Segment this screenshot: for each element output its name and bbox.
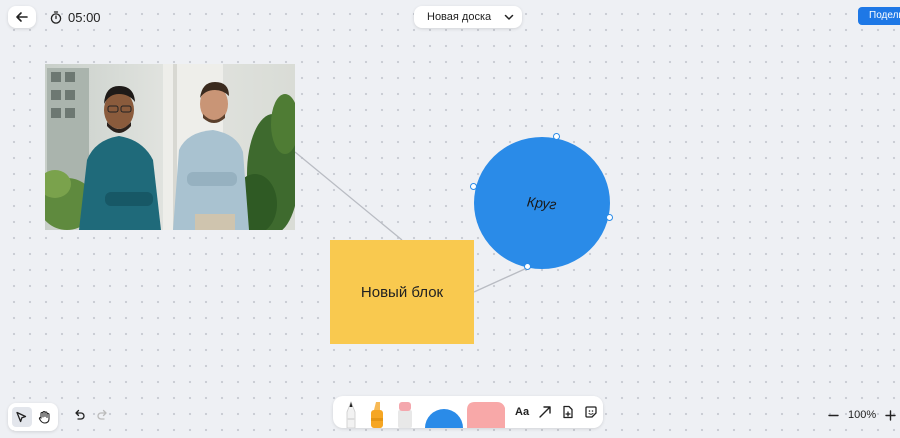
undo-icon[interactable] [72,408,86,422]
shape-circle-tool-icon[interactable] [425,409,463,428]
zoom-in-icon[interactable] [885,409,896,421]
cursor-icon [16,411,27,422]
sticker-icon[interactable] [584,405,598,419]
eraser-tool-icon[interactable] [398,402,412,428]
circle-shape[interactable]: Круг [474,137,610,269]
text-tool-button[interactable]: Aa [515,406,529,418]
zoom-controls: 100% [828,409,896,421]
photo-image[interactable] [45,64,295,230]
connector-arrow-icon[interactable] [538,405,552,419]
select-tool-button[interactable] [11,407,32,427]
shape-rect-tool-icon[interactable] [467,402,505,428]
creation-toolbar: Aa [333,396,603,428]
resize-handle-left[interactable] [470,183,477,190]
photo-two-men-icon [45,64,295,230]
marker-tool-icon[interactable] [346,400,356,428]
connector-photo-sticky [294,151,403,241]
highlighter-tool-icon[interactable] [371,402,383,428]
add-page-icon[interactable] [561,405,575,419]
redo-icon[interactable] [96,408,110,422]
mode-tools [8,403,58,431]
resize-handle-bottom[interactable] [524,263,531,270]
resize-handle-top[interactable] [553,133,560,140]
circle-text: Круг [526,193,558,213]
zoom-out-icon[interactable] [828,410,839,421]
connector-sticky-circle [473,267,528,293]
history-controls [72,408,110,422]
hand-tool-button[interactable] [35,407,55,427]
sticky-note-text: Новый блок [360,283,444,301]
hand-icon [38,410,50,424]
zoom-level: 100% [848,409,877,421]
sticky-note[interactable]: Новый блок [330,240,474,344]
resize-handle-right[interactable] [606,214,613,221]
